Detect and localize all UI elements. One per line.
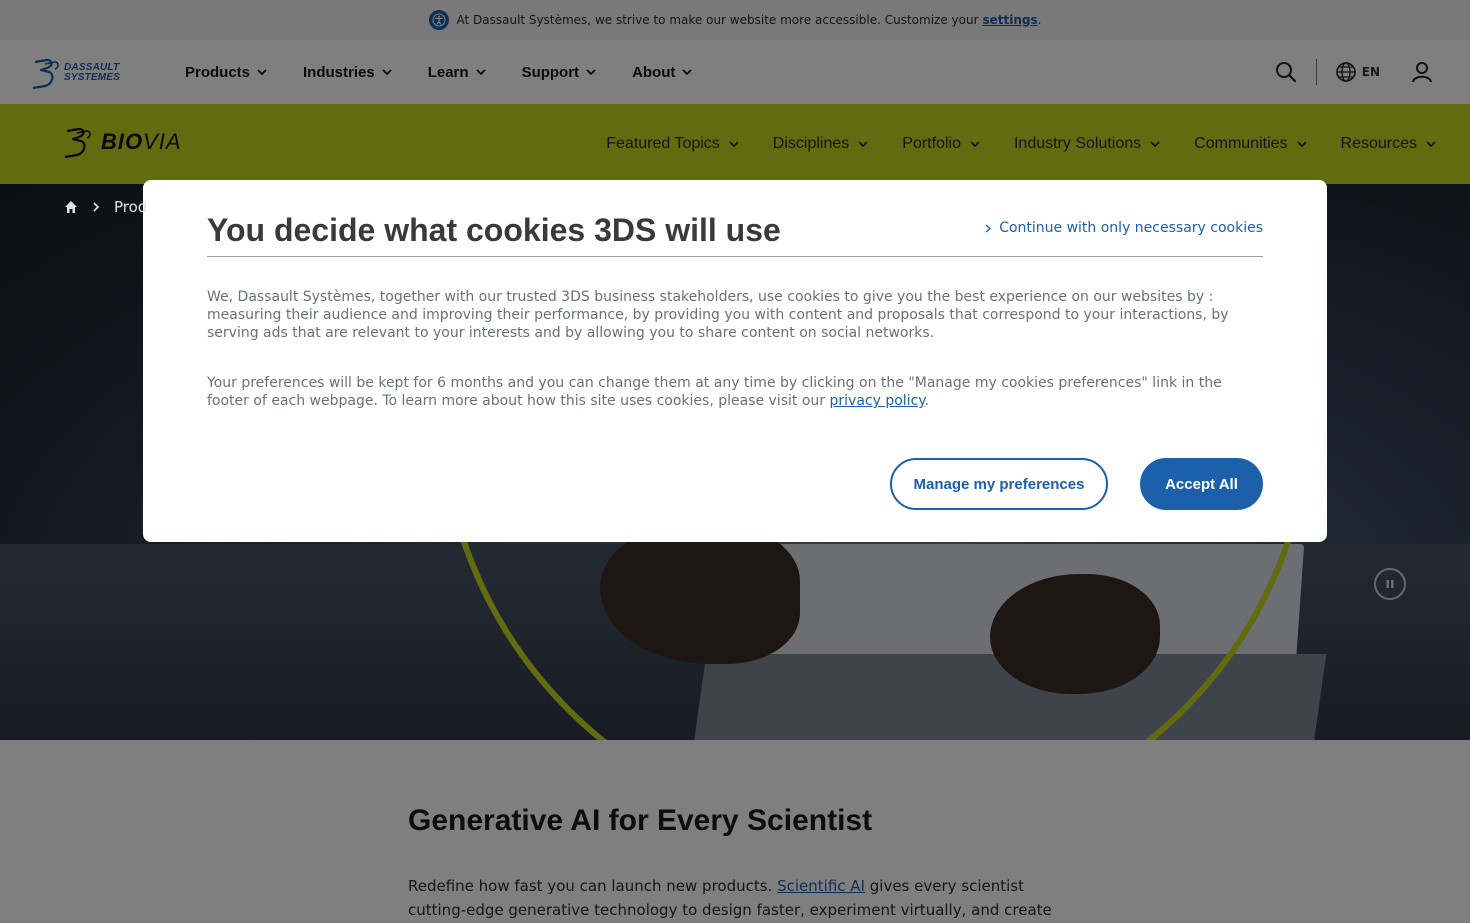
- divider: [207, 256, 1263, 257]
- breadcrumb-item[interactable]: Prod: [114, 198, 147, 216]
- modal-title: You decide what cookies 3DS will use: [207, 212, 781, 248]
- manage-preferences-button[interactable]: Manage my preferences: [890, 458, 1108, 510]
- cookie-description: We, Dassault Systèmes, together with our…: [207, 289, 1229, 341]
- cookie-preferences-end: .: [924, 393, 930, 409]
- necessary-cookies-link[interactable]: Continue with only necessary cookies: [985, 220, 1263, 236]
- cookie-preferences-info: Your preferences will be kept for 6 mont…: [207, 374, 1267, 410]
- cookie-consent-modal: You decide what cookies 3DS will use Con…: [143, 180, 1327, 542]
- privacy-policy-link[interactable]: privacy policy: [830, 393, 925, 409]
- breadcrumb: Prod: [64, 198, 147, 216]
- accept-all-button[interactable]: Accept All: [1140, 458, 1263, 510]
- cookie-preferences-text: Your preferences will be kept for 6 mont…: [207, 375, 1222, 409]
- home-icon[interactable]: [64, 200, 78, 214]
- necessary-cookies-label: Continue with only necessary cookies: [999, 220, 1263, 236]
- chevron-right-icon: [93, 202, 100, 212]
- chevron-right-icon: [985, 224, 992, 232]
